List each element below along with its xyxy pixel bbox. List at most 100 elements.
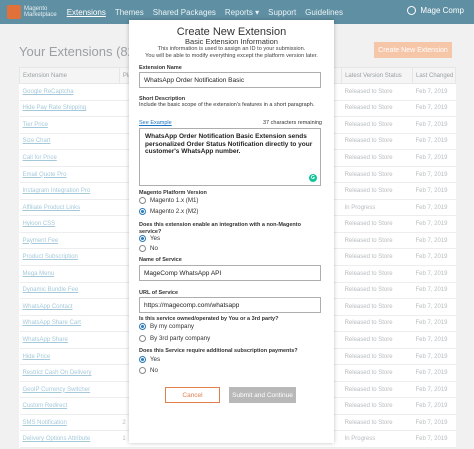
radio-selected-icon: [139, 356, 146, 363]
last-changed-cell: Feb 7, 2019: [412, 397, 456, 415]
extension-name-cell[interactable]: Instagram Integration Pro: [19, 182, 120, 200]
radio-label: By 3rd party company: [150, 335, 211, 342]
extension-name-cell[interactable]: Call for Price: [19, 149, 120, 167]
extension-name-cell[interactable]: Product Subscription: [19, 248, 120, 267]
status-cell: Released to Store: [341, 166, 413, 184]
radio-magento-1[interactable]: Magento 1.x (M1): [139, 197, 199, 204]
nav-themes[interactable]: Themes: [115, 8, 144, 17]
radio-magento-2[interactable]: Magento 2.x (M2): [139, 208, 199, 215]
main-nav: Extensions Themes Shared Packages Report…: [67, 8, 352, 17]
user-menu[interactable]: Mage Comp: [407, 6, 464, 15]
create-extension-modal: Create New Extension Basic Extension Inf…: [129, 20, 334, 443]
status-cell: Released to Store: [341, 331, 413, 349]
extension-name-cell[interactable]: Hide Price: [19, 348, 120, 366]
extension-name-cell[interactable]: Hide Pay Rate Shipping: [19, 100, 120, 118]
last-changed-cell: Feb 7, 2019: [412, 83, 456, 101]
cancel-button[interactable]: Cancel: [165, 387, 220, 403]
radio-integration-yes[interactable]: Yes: [139, 235, 160, 242]
radio-label: Magento 2.x (M2): [150, 208, 199, 215]
status-cell: Released to Store: [341, 248, 413, 267]
nav-support[interactable]: Support: [268, 8, 296, 17]
extension-name-cell[interactable]: Payment Fee: [19, 232, 120, 250]
status-cell: Released to Store: [341, 282, 413, 300]
radio-label: Magento 1.x (M1): [150, 197, 199, 204]
short-description-value: WhatsApp Order Notification Basic Extens…: [145, 133, 313, 155]
last-changed-cell: Feb 7, 2019: [412, 364, 456, 382]
col-extension-name[interactable]: Extension Name: [19, 67, 120, 84]
col-last-changed[interactable]: Last Changed: [411, 67, 457, 84]
last-changed-cell: Feb 7, 2019: [412, 199, 456, 217]
extension-name-cell[interactable]: Tier Price: [19, 116, 120, 134]
extension-name-cell[interactable]: Google ReCaptcha: [19, 83, 120, 101]
create-new-extension-button[interactable]: Create New Extension: [374, 42, 452, 58]
submit-and-continue-button[interactable]: Submit and Continue: [229, 387, 296, 403]
extension-name-cell[interactable]: Dynamic Bundle Fee: [19, 282, 120, 300]
grammarly-icon[interactable]: G: [309, 174, 317, 182]
extension-name-cell[interactable]: Affiliate Product Links: [19, 199, 120, 217]
last-changed-cell: Feb 7, 2019: [412, 166, 456, 184]
extension-name-cell[interactable]: SMS Notification: [19, 414, 120, 432]
status-cell: Released to Store: [341, 232, 413, 250]
status-cell: Released to Store: [341, 381, 413, 399]
status-cell: Released to Store: [341, 397, 413, 415]
radio-subscription-yes[interactable]: Yes: [139, 356, 160, 363]
status-cell: Released to Store: [341, 265, 413, 283]
short-description-textarea[interactable]: WhatsApp Order Notification Basic Extens…: [139, 128, 321, 186]
radio-circle-icon: [139, 197, 146, 204]
last-changed-cell: Feb 7, 2019: [412, 232, 456, 250]
extension-name-cell[interactable]: WhatsApp Share Cart: [19, 315, 120, 333]
extension-name-cell[interactable]: WhatsApp Contact: [19, 298, 120, 316]
service-name-label: Name of Service: [139, 257, 182, 263]
service-name-value: MageComp WhatsApp API: [144, 269, 222, 277]
extension-name-cell[interactable]: GeoIP Currency Switcher: [19, 381, 120, 399]
extension-name-cell[interactable]: Restrict Cash On Delivery: [19, 364, 120, 382]
service-url-label: URL of Service: [139, 290, 179, 296]
service-url-value: https://magecomp.com/whatsapp: [144, 301, 240, 309]
short-description-help: Include the basic scope of the extension…: [139, 102, 315, 108]
extension-name-cell[interactable]: WhatsApp Share: [19, 331, 120, 349]
radio-label: No: [150, 367, 158, 374]
extension-name-input[interactable]: WhatsApp Order Notification Basic: [139, 72, 321, 88]
see-example-link[interactable]: See Example: [139, 120, 172, 126]
status-cell: Released to Store: [341, 182, 413, 200]
nav-reports[interactable]: Reports ▾: [225, 8, 259, 17]
col-latest-version-status[interactable]: Latest Version Status: [341, 67, 413, 84]
last-changed-cell: Feb 7, 2019: [412, 331, 456, 349]
last-changed-cell: Feb 7, 2019: [412, 414, 456, 432]
extension-name-cell[interactable]: Custom Redirect: [19, 397, 120, 415]
magento-logo-icon: [7, 5, 21, 19]
extension-name-cell[interactable]: Hyloon CSS: [19, 215, 120, 233]
nav-shared-packages[interactable]: Shared Packages: [153, 8, 216, 17]
marketplace-logo[interactable]: Magento Marketplace: [7, 5, 57, 19]
nav-extensions[interactable]: Extensions: [67, 8, 106, 17]
last-changed-cell: Feb 7, 2019: [412, 149, 456, 167]
last-changed-cell: Feb 7, 2019: [412, 348, 456, 366]
status-cell: Released to Store: [341, 133, 413, 151]
status-cell: Released to Store: [341, 100, 413, 118]
radio-by-my-company[interactable]: By my company: [139, 323, 194, 330]
radio-label: Yes: [150, 356, 161, 363]
nav-guidelines[interactable]: Guidelines: [305, 8, 343, 17]
radio-subscription-no[interactable]: No: [139, 367, 158, 374]
last-changed-cell: Feb 7, 2019: [412, 315, 456, 333]
extension-name-cell[interactable]: Email Quote Pro: [19, 166, 120, 184]
radio-label: No: [150, 245, 158, 252]
last-changed-cell: Feb 7, 2019: [412, 381, 456, 399]
extension-name-cell[interactable]: Mega Menu: [19, 265, 120, 283]
radio-integration-no[interactable]: No: [139, 245, 158, 252]
radio-by-3rd-party[interactable]: By 3rd party company: [139, 335, 210, 342]
modal-header: Create New Extension Basic Extension Inf…: [129, 26, 334, 59]
last-changed-cell: Feb 7, 2019: [412, 100, 456, 118]
status-cell: In Progress: [341, 199, 413, 217]
extension-name-cell[interactable]: Size Chart: [19, 133, 120, 151]
extension-name-cell[interactable]: Delivery Options Attribute: [19, 430, 120, 449]
status-cell: Released to Store: [341, 215, 413, 233]
service-name-input[interactable]: MageComp WhatsApp API: [139, 265, 321, 281]
integration-question-label: Does this extension enable an integratio…: [139, 222, 301, 235]
modal-description-line1: This information is used to assign an ID…: [157, 46, 306, 52]
service-url-input[interactable]: https://magecomp.com/whatsapp: [139, 297, 321, 313]
radio-label: By my company: [150, 323, 195, 330]
user-name: Mage Comp: [420, 6, 464, 15]
last-changed-cell: Feb 7, 2019: [412, 430, 456, 449]
status-cell: In Progress: [341, 430, 413, 449]
